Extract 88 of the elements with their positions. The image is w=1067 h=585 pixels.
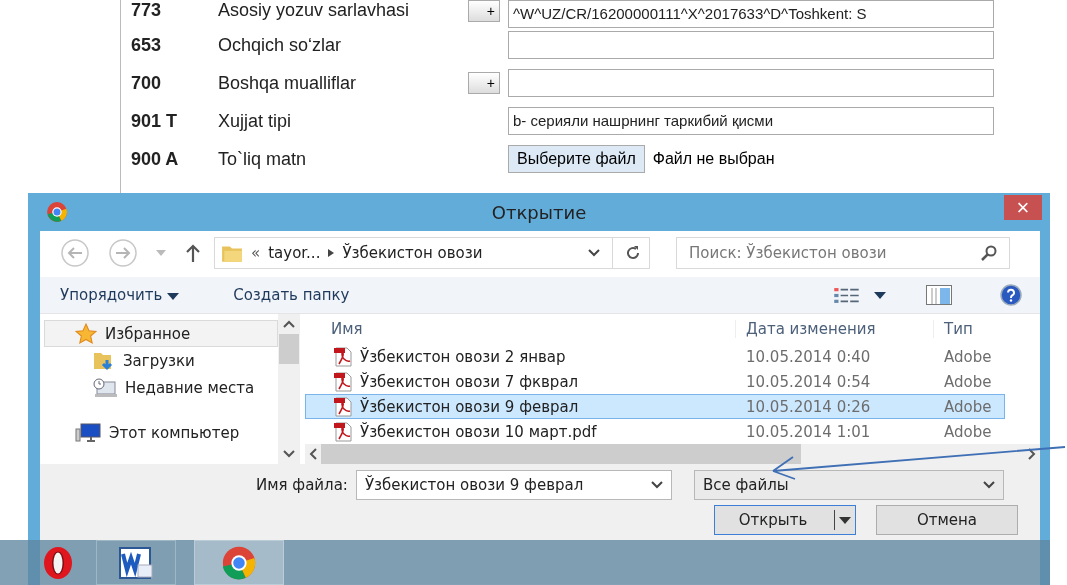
word-icon [118,546,154,579]
file-type: Adobe [943,422,993,441]
field-code: 653 [130,34,163,56]
taskbar-button[interactable] [96,540,176,585]
field-code: 900 A [130,148,180,170]
file-type: Adobe [943,397,993,416]
field-label: Asosiy yozuv sarlavhasi [218,0,411,21]
recent-places-icon [93,377,117,398]
field-code: 901 T [130,110,179,132]
column-header[interactable]: Имя [305,320,735,338]
horizontal-scrollbar[interactable] [305,444,1040,464]
chevron-down-icon[interactable] [588,249,600,257]
file-date: 10.05.2014 0:26 [745,397,872,416]
dialog-title: Открытие [490,201,588,223]
file-type: Adobe [943,372,993,391]
text-field[interactable]: b- серияли нашрнинг таркибий қисми [508,107,994,135]
choose-file-button[interactable]: Выберите файл [508,145,645,173]
help-icon[interactable] [1000,284,1022,306]
preview-pane-icon[interactable] [926,285,952,305]
pdf-file-icon [332,421,354,442]
field-code: 773 [130,0,163,21]
pdf-file-icon [332,396,354,417]
chevron-left-icon[interactable] [309,448,317,460]
field-code: 700 [130,72,163,94]
field-label: Ochqich so‘zlar [218,34,343,56]
field-label: To`liq matn [218,148,308,170]
column-header[interactable]: Тип [933,320,1003,338]
file-name: Ўзбекистон овози 7 фкврал [360,372,579,391]
refresh-icon[interactable] [625,245,641,261]
chevron-down-icon [982,481,995,489]
pdf-file-icon [332,346,354,367]
file-name: Ўзбекистон овози 10 март.pdf [360,422,597,441]
column-header[interactable]: Дата изменения [735,320,933,338]
folder-icon [221,243,243,263]
file-row[interactable]: Ўзбекистон овози 9 феврал 10.05.2014 0:26 Adobe [305,394,1005,419]
text-field[interactable] [508,69,994,97]
search-icon [981,245,997,261]
nav-item[interactable]: Загрузки [44,347,278,374]
search-field[interactable]: Поиск: Ўзбекистон овози [676,237,1010,269]
file-name: Ўзбекистон овози 9 феврал [360,397,579,416]
breadcrumb[interactable]: Ўзбекистон овози [342,244,483,262]
open-button[interactable]: Открыть [714,505,856,535]
address-bar[interactable]: « tayor... Ўзбекистон овози [214,237,650,269]
downloads-folder-icon [93,350,115,371]
chrome-icon [222,545,256,580]
star-icon [75,322,97,345]
view-list-icon[interactable] [834,286,860,304]
add-button[interactable]: + [468,72,500,94]
chrome-icon [46,201,68,223]
dropdown-icon [839,516,851,524]
file-row[interactable]: Ўзбекистон овози 10 март.pdf 10.05.2014 1:01 Adobe [305,419,1005,444]
up-arrow-icon[interactable] [186,244,200,262]
breadcrumb[interactable]: tayor... [268,244,321,262]
opera-icon [43,545,73,580]
chevron-right-icon[interactable] [1028,448,1036,460]
file-type: Adobe [943,347,993,366]
nav-item[interactable]: Избранное [44,320,278,347]
file-name-field[interactable]: Ўзбекистон овози 9 феврал [355,470,672,500]
cancel-button[interactable]: Отмена [876,505,1018,535]
overflow-mark: « [251,244,261,262]
new-folder-button[interactable]: Создать папку [233,286,350,304]
file-date: 10.05.2014 1:01 [745,422,872,441]
file-row[interactable]: Ўзбекистон овози 7 фкврал 10.05.2014 0:54 Adobe [305,369,1005,394]
pdf-file-icon [332,371,354,392]
file-type-dropdown[interactable]: Все файлы [693,470,1004,500]
scrollbar-thumb[interactable] [279,334,299,364]
add-button[interactable]: + [468,0,500,22]
close-button[interactable]: × [1004,195,1042,220]
file-date: 10.05.2014 0:40 [745,347,872,366]
text-field[interactable] [508,31,994,59]
chevron-icon [328,249,335,257]
file-date: 10.05.2014 0:54 [745,372,872,391]
file-status: Файл не выбран [652,150,775,168]
chevron-down-icon[interactable] [650,481,663,489]
organize-menu[interactable]: Упорядочить [60,286,180,304]
scrollbar-thumb[interactable] [321,444,801,464]
file-row[interactable]: Ўзбекистон овози 2 январ 10.05.2014 0:40 Adobe [305,344,1005,369]
computer-icon [75,422,101,443]
field-label: Boshqa mualliflar [218,72,358,94]
dropdown-icon[interactable] [874,291,886,299]
text-field[interactable]: ^W^UZ/CR/16200000111^X^2017633^D^Toshkent: S [508,0,994,28]
file-name-label: Имя файла: [256,476,348,494]
dropdown-icon [167,293,180,300]
nav-item[interactable]: Недавние места [44,374,278,401]
nav-item[interactable]: Этот компьютер [44,419,278,446]
file-name: Ўзбекистон овози 2 январ [360,347,566,366]
field-label: Xujjat tipi [218,110,293,132]
scrollbar[interactable] [278,314,300,464]
